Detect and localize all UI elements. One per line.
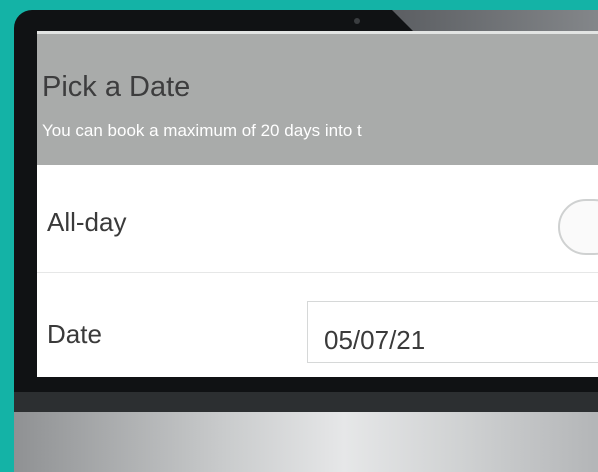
dialog-header: Pick a Date You can book a maximum of 20… xyxy=(37,31,598,165)
laptop-base xyxy=(14,412,598,472)
allday-toggle[interactable] xyxy=(558,199,598,255)
allday-label: All-day xyxy=(47,207,127,237)
laptop-hinge xyxy=(14,392,598,412)
screen: Pick a Date You can book a maximum of 20… xyxy=(37,31,598,377)
camera-dot xyxy=(354,18,360,24)
page-subtitle: You can book a maximum of 20 days into t xyxy=(42,121,362,140)
bezel-shine xyxy=(392,10,598,32)
page-title: Pick a Date xyxy=(42,71,191,103)
date-input[interactable] xyxy=(307,301,598,363)
date-row: Date xyxy=(37,273,598,377)
date-label: Date xyxy=(47,319,102,349)
allday-row: All-day xyxy=(37,165,598,273)
